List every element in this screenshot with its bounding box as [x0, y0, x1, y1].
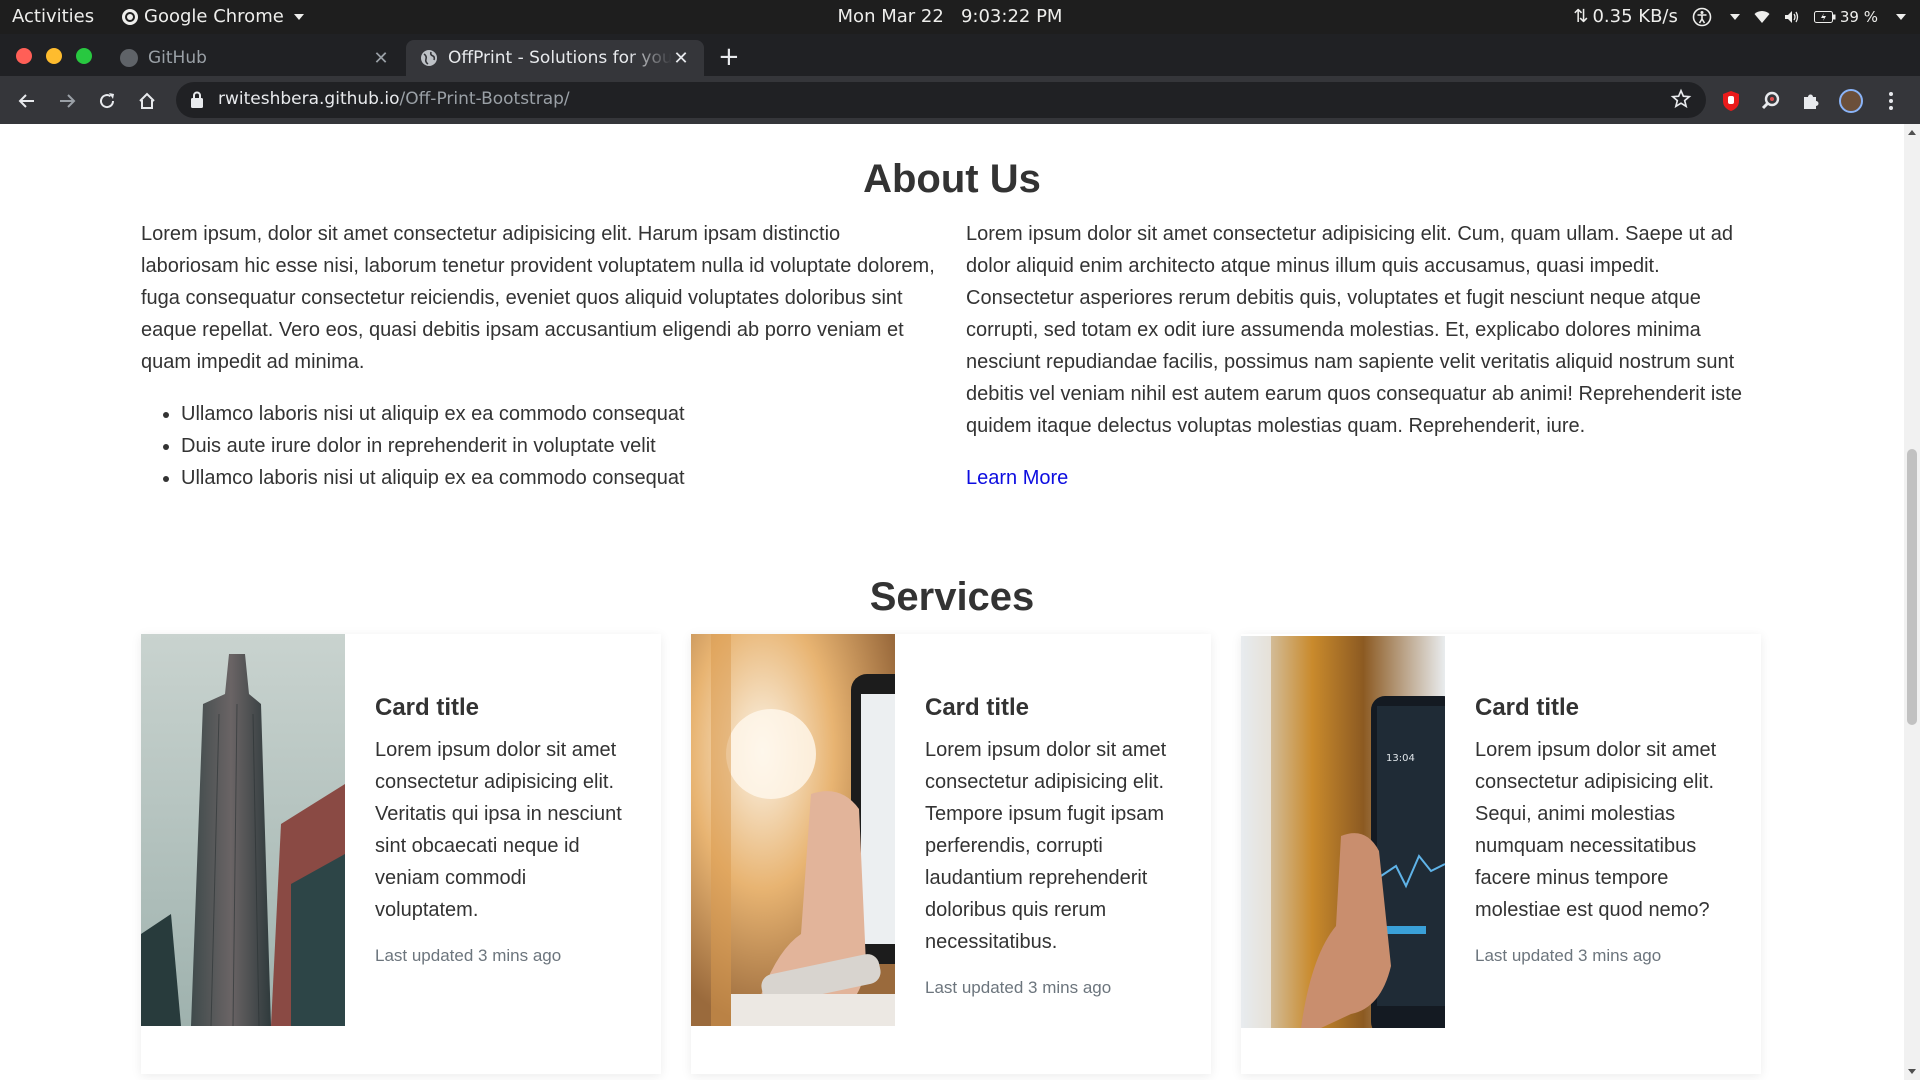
- about-right-column: Lorem ipsum dolor sit amet consectetur a…: [966, 218, 1746, 494]
- extensions-puzzle-icon[interactable]: [1798, 88, 1824, 114]
- tab-title: OffPrint - Solutions for your: [448, 48, 672, 68]
- extension-search-icon[interactable]: [1758, 88, 1784, 114]
- battery-indicator: 39 %: [1813, 7, 1878, 26]
- accessibility-icon[interactable]: [1692, 7, 1712, 27]
- card-text: Lorem ipsum dolor sit amet consectetur a…: [1475, 739, 1717, 921]
- network-speed-label: 0.35 KB/s: [1592, 6, 1678, 27]
- volume-icon: [1784, 10, 1800, 24]
- about-left-paragraph: Lorem ipsum, dolor sit amet consectetur …: [141, 223, 935, 373]
- card-body: Card title Lorem ipsum dolor sit amet co…: [1475, 694, 1735, 966]
- extension-hand-icon[interactable]: [1718, 88, 1744, 114]
- skyscraper-image: [141, 634, 345, 1026]
- scroll-up-icon[interactable]: [1908, 130, 1916, 135]
- tab-github[interactable]: GitHub ✕: [106, 40, 404, 76]
- url-host: rwiteshbera.github.io: [218, 89, 400, 109]
- list-item: Duis aute irure dolor in reprehenderit i…: [181, 430, 941, 462]
- stock-app-phone-image: 13:04: [1241, 636, 1445, 1028]
- hand-phone-image: [691, 634, 895, 1026]
- about-right-paragraph: Lorem ipsum dolor sit amet consectetur a…: [966, 223, 1742, 437]
- lock-icon[interactable]: [190, 91, 204, 113]
- url-text[interactable]: rwiteshbera.github.io/Off-Print-Bootstra…: [218, 89, 570, 109]
- card-meta: Last updated 3 mins ago: [925, 978, 1112, 997]
- battery-percent: 39 %: [1839, 7, 1878, 26]
- card-body: Card title Lorem ipsum dolor sit amet co…: [375, 694, 635, 966]
- network-speed: ⇅ 0.35 KB/s: [1573, 6, 1678, 27]
- card-title: Card title: [1475, 694, 1580, 721]
- tab-offprint[interactable]: OffPrint - Solutions for your ✕: [406, 40, 704, 76]
- back-icon[interactable]: [14, 88, 40, 114]
- card-title: Card title: [375, 694, 480, 721]
- reload-icon[interactable]: [94, 88, 120, 114]
- service-card[interactable]: Card title Lorem ipsum dolor sit amet co…: [141, 634, 661, 1074]
- bookmark-star-icon[interactable]: [1670, 88, 1692, 114]
- forward-icon[interactable]: [54, 88, 80, 114]
- home-icon[interactable]: [134, 88, 160, 114]
- card-meta: Last updated 3 mins ago: [1475, 946, 1662, 965]
- avatar: [1839, 89, 1863, 113]
- about-bullet-list: Ullamco laboris nisi ut aliquip ex ea co…: [141, 398, 941, 494]
- list-item: Ullamco laboris nisi ut aliquip ex ea co…: [181, 398, 941, 430]
- close-icon[interactable]: ✕: [672, 48, 690, 69]
- close-icon[interactable]: ✕: [372, 48, 390, 69]
- services-heading: Services: [869, 575, 1035, 619]
- chevron-down-icon[interactable]: [1896, 13, 1906, 20]
- window-close-button[interactable]: [16, 48, 32, 64]
- tab-strip: GitHub ✕ OffPrint - Solutions for your ✕…: [0, 34, 1920, 76]
- url-path: /Off-Print-Bootstrap/: [399, 89, 570, 109]
- address-bar[interactable]: rwiteshbera.github.io/Off-Print-Bootstra…: [176, 82, 1706, 118]
- new-tab-button[interactable]: +: [718, 44, 740, 70]
- wifi-icon: [1754, 10, 1770, 24]
- globe-icon: [420, 49, 438, 67]
- chevron-down-icon[interactable]: [1729, 13, 1740, 20]
- card-text: Lorem ipsum dolor sit amet consectetur a…: [375, 739, 622, 921]
- kebab-menu-icon[interactable]: [1878, 88, 1904, 114]
- card-meta: Last updated 3 mins ago: [375, 946, 562, 965]
- github-icon: [120, 49, 138, 67]
- tab-title: GitHub: [148, 48, 207, 68]
- window-minimize-button[interactable]: [46, 48, 62, 64]
- svg-text:13:04: 13:04: [1386, 753, 1415, 764]
- scrollbar-thumb[interactable]: [1907, 449, 1917, 725]
- transfer-arrows-icon: ⇅: [1573, 6, 1589, 27]
- battery-icon: [1813, 10, 1836, 23]
- about-heading: About Us: [863, 157, 1041, 201]
- system-tray[interactable]: ⇅ 0.35 KB/s 39 %: [1573, 6, 1906, 27]
- card-body: Card title Lorem ipsum dolor sit amet co…: [925, 694, 1185, 998]
- window-maximize-button[interactable]: [76, 48, 92, 64]
- about-left-column: Lorem ipsum, dolor sit amet consectetur …: [141, 218, 941, 494]
- learn-more-link[interactable]: Learn More: [966, 462, 1068, 494]
- scroll-down-icon[interactable]: [1908, 1069, 1916, 1074]
- browser-toolbar: rwiteshbera.github.io/Off-Print-Bootstra…: [0, 76, 1920, 124]
- list-item: Ullamco laboris nisi ut aliquip ex ea co…: [181, 462, 941, 494]
- page-viewport: About Us Lorem ipsum, dolor sit amet con…: [0, 124, 1904, 1080]
- system-top-bar: Activities Google Chrome Mon Mar 22 9:03…: [0, 0, 1920, 34]
- profile-avatar[interactable]: [1838, 88, 1864, 114]
- card-text: Lorem ipsum dolor sit amet consectetur a…: [925, 739, 1167, 953]
- service-card[interactable]: Card title Lorem ipsum dolor sit amet co…: [691, 634, 1211, 1074]
- card-title: Card title: [925, 694, 1030, 721]
- service-card[interactable]: 13:04 Card title Lorem ipsum dolor sit a…: [1241, 634, 1761, 1074]
- page-scrollbar[interactable]: [1904, 124, 1920, 1080]
